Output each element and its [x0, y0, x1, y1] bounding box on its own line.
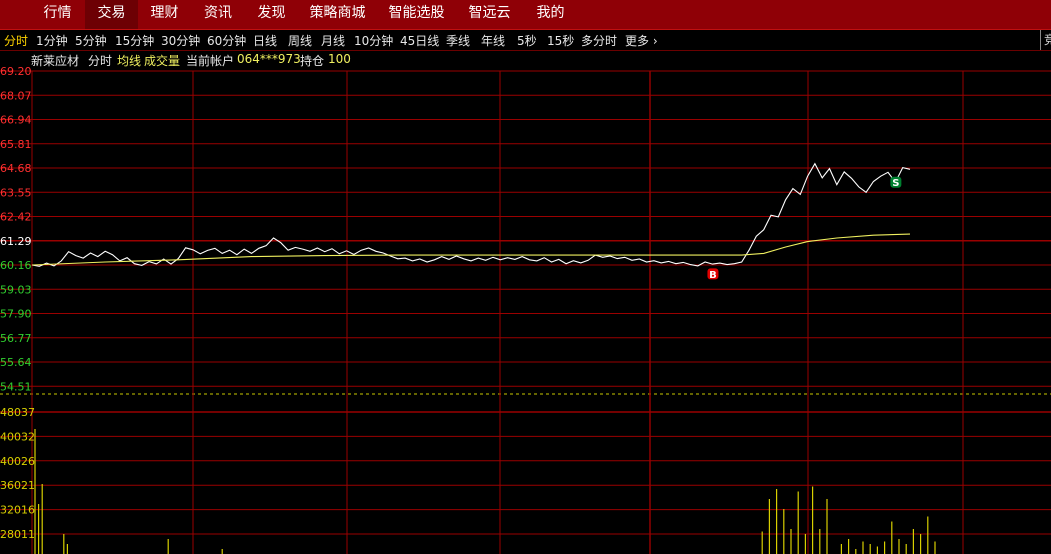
- volume-tick-label: 40032: [0, 430, 35, 443]
- marker-label: B: [709, 270, 717, 281]
- price-tick-label: 61.29: [0, 235, 32, 248]
- buy-marker[interactable]: B: [707, 268, 719, 281]
- volume-tick-label: 32016: [0, 504, 35, 517]
- volume-tick-label: 28011: [0, 528, 35, 541]
- price-tick-label: 60.16: [0, 259, 32, 272]
- intraday-chart[interactable]: 69.20 68.07 66.94 65.81 64.68 63.55 62.42 61.29…: [0, 0, 1051, 554]
- price-tick-label: 57.90: [0, 308, 32, 321]
- volume-tick-label: 40026: [0, 455, 35, 468]
- price-tick-label: 66.94: [0, 114, 32, 127]
- price-tick-label: 64.68: [0, 162, 32, 175]
- price-tick-label: 69.20: [0, 65, 32, 78]
- volume-tick-label: 48037: [0, 406, 35, 419]
- price-tick-label: 56.77: [0, 332, 32, 345]
- price-tick-label: 63.55: [0, 186, 32, 199]
- price-tick-label: 68.07: [0, 89, 32, 102]
- sell-marker[interactable]: S: [890, 176, 902, 190]
- volume-tick-label: 36021: [0, 479, 35, 492]
- price-tick-label: 62.42: [0, 211, 32, 224]
- price-tick-label: 55.64: [0, 356, 32, 369]
- marker-label: S: [892, 178, 899, 189]
- price-tick-label: 65.81: [0, 138, 32, 151]
- price-tick-label: 59.03: [0, 283, 32, 296]
- price-tick-label: 54.51: [0, 380, 32, 393]
- price-line: [31, 162, 911, 267]
